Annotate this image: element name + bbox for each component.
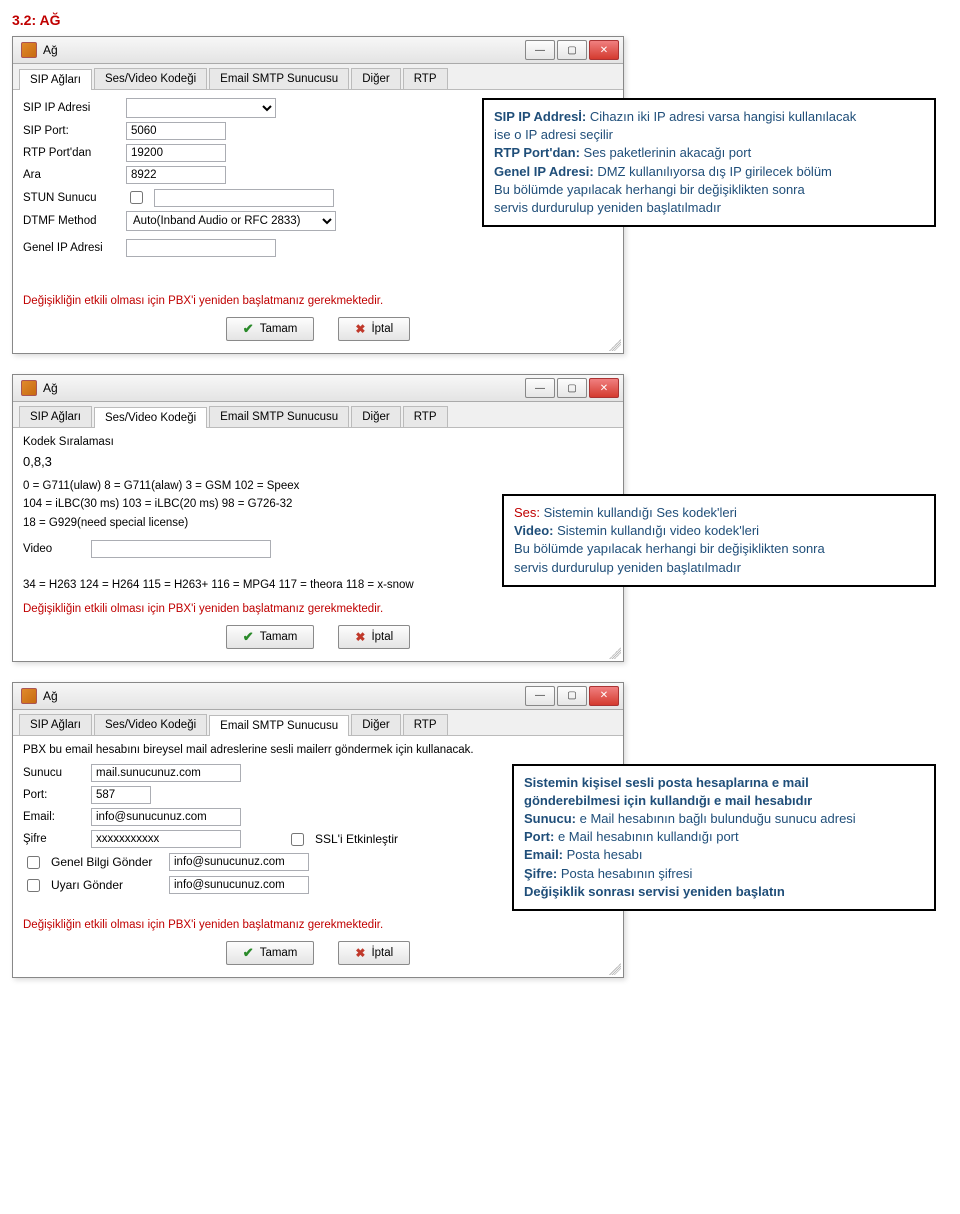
tab-other[interactable]: Diğer	[351, 68, 400, 89]
check-icon: ✔	[243, 321, 254, 337]
email-input[interactable]	[91, 808, 241, 826]
resize-grip-icon[interactable]	[609, 339, 621, 351]
restart-msg: Değişikliğin etkili olması için PBX'i ye…	[23, 295, 613, 307]
tab-sip[interactable]: SIP Ağları	[19, 406, 92, 427]
x-icon: ✖	[355, 630, 365, 644]
callout-sip: SIP IP Addresİ: Cihazın iki IP adresi va…	[482, 98, 936, 227]
close-button[interactable]: ✕	[589, 40, 619, 60]
label-ug: Uyarı Gönder	[51, 878, 161, 892]
ara-input[interactable]	[126, 166, 226, 184]
tab-codec[interactable]: Ses/Video Kodeği	[94, 714, 207, 735]
tab-codec[interactable]: Ses/Video Kodeği	[94, 68, 207, 89]
ug-checkbox[interactable]	[27, 879, 40, 892]
video-input[interactable]	[91, 540, 271, 558]
tab-other[interactable]: Diğer	[351, 406, 400, 427]
cancel-label: İptal	[371, 323, 393, 335]
restart-msg: Değişikliğin etkili olması için PBX'i ye…	[23, 603, 613, 615]
ok-label: Tamam	[260, 631, 298, 643]
resize-grip-icon[interactable]	[609, 963, 621, 975]
sip-ip-combo[interactable]	[126, 98, 276, 118]
cancel-button[interactable]: ✖ İptal	[338, 317, 410, 341]
titlebar: Ağ — ▢ ✕	[13, 37, 623, 64]
app-icon	[21, 688, 37, 704]
label-ssl: SSL'i Etkinleştir	[315, 832, 398, 846]
resize-grip-icon[interactable]	[609, 647, 621, 659]
check-icon: ✔	[243, 945, 254, 961]
maximize-button[interactable]: ▢	[557, 378, 587, 398]
minimize-button[interactable]: —	[525, 40, 555, 60]
tab-sip[interactable]: SIP Ağları	[19, 69, 92, 90]
check-icon: ✔	[243, 629, 254, 645]
tab-sip[interactable]: SIP Ağları	[19, 714, 92, 735]
kodek-value: 0,8,3	[23, 454, 613, 469]
tab-smtp[interactable]: Email SMTP Sunucusu	[209, 406, 349, 427]
label-ara: Ara	[23, 169, 118, 181]
close-button[interactable]: ✕	[589, 378, 619, 398]
tabs: SIP Ağları Ses/Video Kodeği Email SMTP S…	[13, 64, 623, 90]
app-icon	[21, 380, 37, 396]
label-dtmf: DTMF Method	[23, 215, 118, 227]
cancel-button[interactable]: ✖ İptal	[338, 941, 410, 965]
dtmf-combo[interactable]: Auto(Inband Audio or RFC 2833)	[126, 211, 336, 231]
app-icon	[21, 42, 37, 58]
tab-smtp[interactable]: Email SMTP Sunucusu	[209, 68, 349, 89]
section-heading: 3.2: AĞ	[12, 12, 948, 28]
tab-rtp[interactable]: RTP	[403, 68, 448, 89]
ok-label: Tamam	[260, 323, 298, 335]
label-sifre: Şifre	[23, 833, 83, 845]
tab-rtp[interactable]: RTP	[403, 406, 448, 427]
restart-msg: Değişikliğin etkili olması için PBX'i ye…	[23, 919, 613, 931]
stun-input[interactable]	[154, 189, 334, 207]
ok-button[interactable]: ✔ Tamam	[226, 625, 315, 649]
ug-input[interactable]	[169, 876, 309, 894]
label-sunucu: Sunucu	[23, 767, 83, 779]
label-sip-port: SIP Port:	[23, 125, 118, 137]
genel-ip-input[interactable]	[126, 239, 276, 257]
cancel-label: İptal	[371, 947, 393, 959]
ok-button[interactable]: ✔ Tamam	[226, 941, 315, 965]
tab-rtp[interactable]: RTP	[403, 714, 448, 735]
minimize-button[interactable]: —	[525, 378, 555, 398]
x-icon: ✖	[355, 946, 365, 960]
window-title: Ağ	[43, 381, 58, 395]
ok-label: Tamam	[260, 947, 298, 959]
label-video: Video	[23, 543, 83, 555]
x-icon: ✖	[355, 322, 365, 336]
maximize-button[interactable]: ▢	[557, 686, 587, 706]
cancel-button[interactable]: ✖ İptal	[338, 625, 410, 649]
label-stun: STUN Sunucu	[23, 192, 118, 204]
tab-smtp[interactable]: Email SMTP Sunucusu	[209, 715, 349, 736]
gbg-input[interactable]	[169, 853, 309, 871]
label-sip-ip: SIP IP Adresi	[23, 102, 118, 114]
cancel-label: İptal	[371, 631, 393, 643]
label-gbg: Genel Bilgi Gönder	[51, 855, 161, 869]
port-input[interactable]	[91, 786, 151, 804]
maximize-button[interactable]: ▢	[557, 40, 587, 60]
gbg-checkbox[interactable]	[27, 856, 40, 869]
minimize-button[interactable]: —	[525, 686, 555, 706]
ok-button[interactable]: ✔ Tamam	[226, 317, 315, 341]
callout-smtp: Sistemin kişisel sesli posta hesaplarına…	[512, 764, 936, 911]
label-email: Email:	[23, 811, 83, 823]
label-port: Port:	[23, 789, 83, 801]
stun-checkbox[interactable]	[130, 191, 143, 204]
window-title: Ağ	[43, 43, 58, 57]
tab-other[interactable]: Diğer	[351, 714, 400, 735]
sip-port-input[interactable]	[126, 122, 226, 140]
window-title: Ağ	[43, 689, 58, 703]
rtp-port-input[interactable]	[126, 144, 226, 162]
label-genel-ip: Genel IP Adresi	[23, 242, 118, 254]
ssl-checkbox[interactable]	[291, 833, 304, 846]
label-rtp-port: RTP Port'dan	[23, 147, 118, 159]
tab-codec[interactable]: Ses/Video Kodeği	[94, 407, 207, 428]
close-button[interactable]: ✕	[589, 686, 619, 706]
smtp-intro: PBX bu email hesabını bireysel mail adre…	[23, 744, 613, 756]
sifre-input[interactable]	[91, 830, 241, 848]
kodek-heading: Kodek Sıralaması	[23, 436, 613, 448]
callout-codec: Ses: Sistemin kullandığı Ses kodek'leri …	[502, 494, 936, 587]
sunucu-input[interactable]	[91, 764, 241, 782]
